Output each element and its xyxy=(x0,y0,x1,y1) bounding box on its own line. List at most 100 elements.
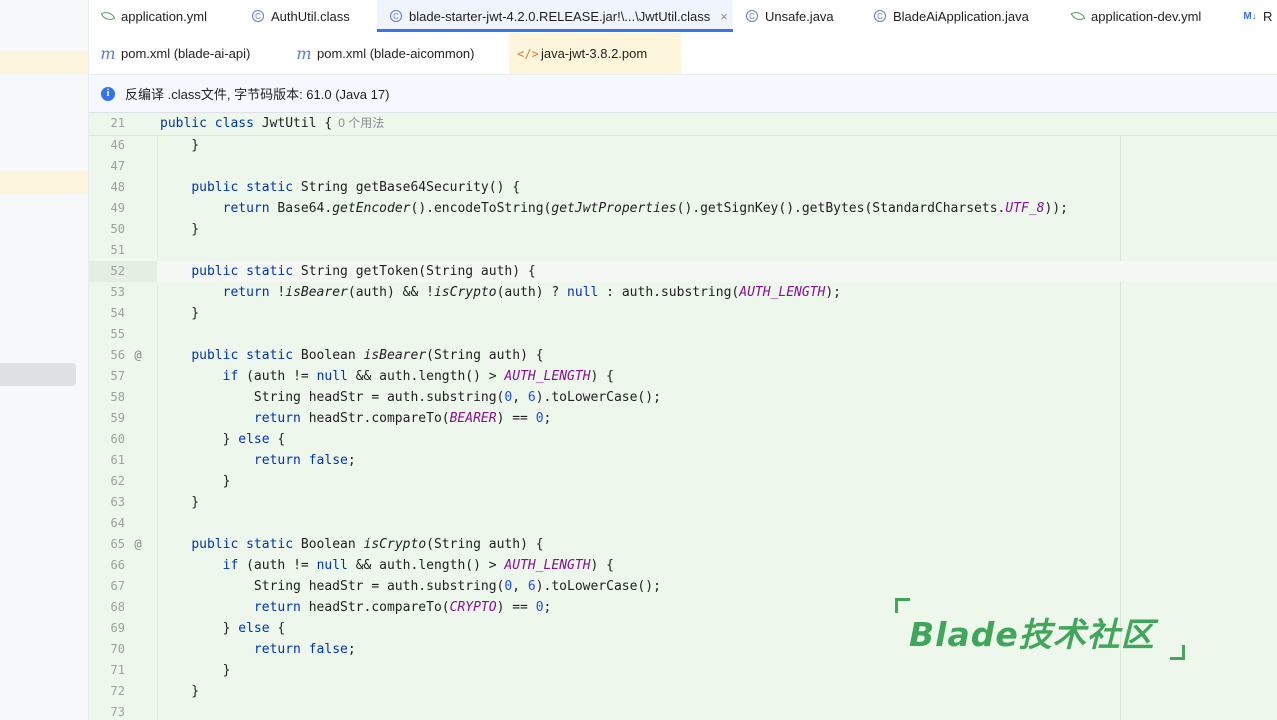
close-icon[interactable]: × xyxy=(720,9,728,24)
tree-item-highlight[interactable] xyxy=(0,171,88,194)
tree-item-highlight[interactable] xyxy=(0,51,88,74)
banner-text: 反编译 .class文件, 字节码版本: 61.0 (Java 17) xyxy=(125,87,390,102)
code-text: return false; xyxy=(253,642,356,657)
tab-label: BladeAiApplication.java xyxy=(893,8,1029,24)
watermark-logo: Blade技术社区 xyxy=(893,598,1191,660)
code-line[interactable]: 71 } xyxy=(89,660,1277,681)
code-line[interactable]: 48 public static String getBase64Securit… xyxy=(89,177,1277,198)
code-text: return !isBearer(auth) && !isCrypto(auth… xyxy=(222,285,841,300)
line-number: 61 xyxy=(110,453,125,467)
code-line[interactable]: 47 xyxy=(89,156,1277,177)
watermark-bracket-right xyxy=(1170,645,1185,660)
code-line[interactable]: 73 xyxy=(89,702,1277,720)
code-line[interactable]: 72 } xyxy=(89,681,1277,702)
code-line[interactable]: 46 } xyxy=(89,135,1277,156)
line-number: 65 xyxy=(110,537,125,551)
code-text: } xyxy=(160,138,200,153)
line-number: 72 xyxy=(110,684,125,698)
tab-label: Unsafe.java xyxy=(765,8,834,24)
override-marker-icon[interactable]: @ xyxy=(131,345,145,366)
line-number: 66 xyxy=(110,558,125,572)
editor-tab[interactable]: application.yml xyxy=(89,0,239,32)
editor-tab[interactable]: m pom.xml (blade-ai-api) xyxy=(89,33,285,74)
code-line[interactable]: 66 if (auth != null && auth.length() > A… xyxy=(89,555,1277,576)
code-line[interactable]: 62 } xyxy=(89,471,1277,492)
code-line[interactable]: 61 return false; xyxy=(89,450,1277,471)
code-text: } else { xyxy=(160,621,286,636)
line-number: 54 xyxy=(110,306,125,320)
editor-tabs-row2: m pom.xml (blade-ai-api) m pom.xml (blade-a… xyxy=(89,33,1277,75)
line-number: 50 xyxy=(110,222,125,236)
editor-tab[interactable]: C BladeAiApplication.java xyxy=(861,0,1059,32)
tab-label: pom.xml (blade-ai-api) xyxy=(121,46,251,61)
code-text: if (auth != null && auth.length() > AUTH… xyxy=(222,558,614,573)
code-text: public static Boolean isCrypto(String au… xyxy=(191,537,544,552)
line-number: 63 xyxy=(110,495,125,509)
line-number: 48 xyxy=(110,180,125,194)
code-line[interactable]: 56 @ public static Boolean isBearer(Strin… xyxy=(89,345,1277,366)
code-line[interactable]: 65 @ public static Boolean isCrypto(Strin… xyxy=(89,534,1277,555)
code-text: } else { xyxy=(160,432,286,447)
editor-tab[interactable]: M↓ R xyxy=(1231,0,1277,32)
code-text: } xyxy=(160,306,200,321)
line-number: 71 xyxy=(110,663,125,677)
decompiled-banner: i 反编译 .class文件, 字节码版本: 61.0 (Java 17) xyxy=(89,75,1277,113)
code-line[interactable]: 60 } else { xyxy=(89,429,1277,450)
code-line[interactable]: 64 xyxy=(89,513,1277,534)
markdown-icon: M↓ xyxy=(1243,10,1257,22)
line-number: 64 xyxy=(110,516,125,530)
code-line[interactable]: 53 return !isBearer(auth) && !isCrypto(a… xyxy=(89,282,1277,303)
code-line[interactable]: 57 if (auth != null && auth.length() > A… xyxy=(89,366,1277,387)
xml-icon: </> xyxy=(517,46,539,61)
code-text: } xyxy=(160,684,200,699)
line-number: 53 xyxy=(110,285,125,299)
line-number: 58 xyxy=(110,390,125,404)
code-text: String headStr = auth.substring(0, 6).to… xyxy=(160,390,661,405)
editor-tab[interactable]: C AuthUtil.class xyxy=(239,0,377,32)
tab-label: java-jwt-3.8.2.pom xyxy=(541,46,648,61)
watermark-text: Blade技术社区 xyxy=(909,615,1155,654)
watermark-bracket-left xyxy=(895,598,910,613)
code-line[interactable]: 59 return headStr.compareTo(BEARER) == 0… xyxy=(89,408,1277,429)
code-line[interactable]: 63 } xyxy=(89,492,1277,513)
class-icon: C xyxy=(873,9,887,23)
line-number: 49 xyxy=(110,201,125,215)
tab-label: R xyxy=(1263,8,1273,24)
code-line[interactable]: 51 xyxy=(89,240,1277,261)
leaf-icon xyxy=(1070,9,1086,23)
code-text: return false; xyxy=(253,453,356,468)
line-number: 52 xyxy=(110,264,125,278)
code-line[interactable]: 50 } xyxy=(89,219,1277,240)
maven-icon: m xyxy=(296,44,312,63)
editor-tab[interactable]: m pom.xml (blade-aicommon) xyxy=(285,33,509,74)
code-line[interactable]: 54 } xyxy=(89,303,1277,324)
line-number: 46 xyxy=(110,138,125,152)
code-line[interactable]: 55 xyxy=(89,324,1277,345)
editor-tab[interactable]: Cblade-starter-jwt-4.2.0.RELEASE.jar!\..… xyxy=(377,0,733,32)
code-text: public static String getToken(String aut… xyxy=(191,264,536,279)
code-line[interactable]: 58 String headStr = auth.substring(0, 6)… xyxy=(89,387,1277,408)
project-panel xyxy=(0,0,89,720)
editor-tab[interactable]: application-dev.yml xyxy=(1059,0,1231,32)
code-line[interactable]: 52 public static String getToken(String … xyxy=(89,261,1277,282)
tree-item-selected[interactable] xyxy=(0,363,76,386)
code-text: public static String getBase64Security()… xyxy=(191,180,521,195)
code-text: } xyxy=(160,663,231,678)
override-marker-icon[interactable]: @ xyxy=(131,534,145,555)
line-number: 59 xyxy=(110,411,125,425)
code-text: return headStr.compareTo(CRYPTO) == 0; xyxy=(253,600,552,615)
code-line[interactable]: 49 return Base64.getEncoder().encodeToSt… xyxy=(89,198,1277,219)
line-number: 21 xyxy=(110,116,125,130)
editor-tab[interactable]: </> java-jwt-3.8.2.pom xyxy=(509,33,681,74)
code-text: } xyxy=(160,222,200,237)
sticky-class-header[interactable]: 21 public class JwtUtil {0 个用法 xyxy=(89,113,1277,136)
tab-label: pom.xml (blade-aicommon) xyxy=(317,46,475,61)
line-number: 47 xyxy=(110,159,125,173)
line-number: 68 xyxy=(110,600,125,614)
line-number: 56 xyxy=(110,348,125,362)
editor-tab[interactable]: C Unsafe.java xyxy=(733,0,861,32)
line-number: 60 xyxy=(110,432,125,446)
code-text: if (auth != null && auth.length() > AUTH… xyxy=(222,369,614,384)
code-line[interactable]: 67 String headStr = auth.substring(0, 6)… xyxy=(89,576,1277,597)
line-number: 62 xyxy=(110,474,125,488)
